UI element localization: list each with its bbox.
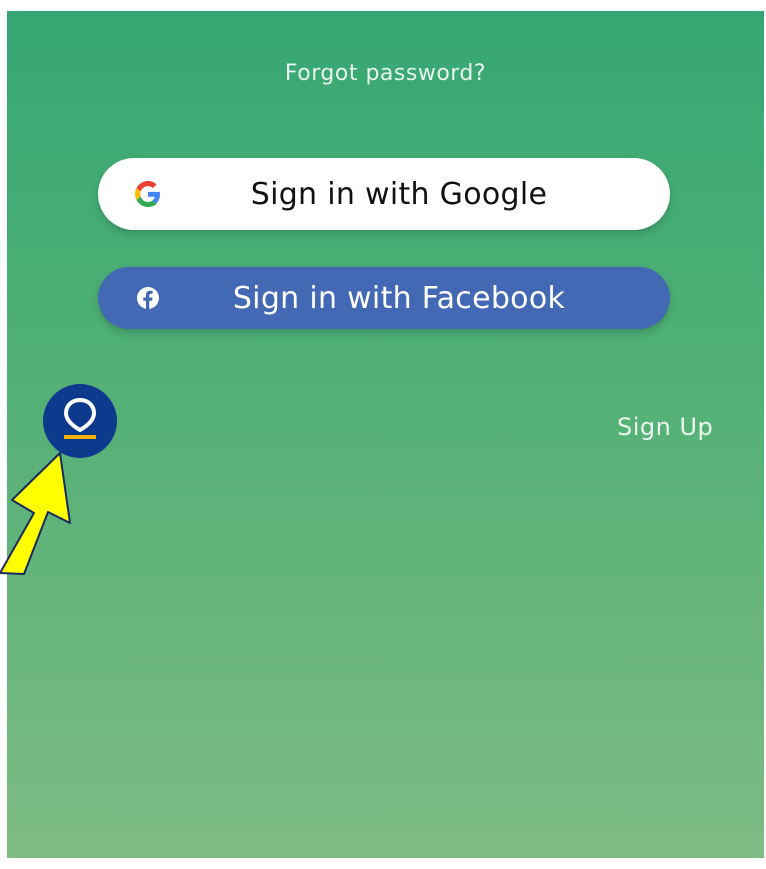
- sign-in-facebook-button[interactable]: Sign in with Facebook: [98, 267, 670, 329]
- login-screen: Forgot password? Sign in with Google Sig…: [7, 11, 764, 858]
- sign-in-google-button[interactable]: Sign in with Google: [98, 158, 670, 230]
- google-button-label: Sign in with Google: [250, 176, 548, 212]
- sign-up-link[interactable]: Sign Up: [617, 413, 713, 441]
- forgot-password-link[interactable]: Forgot password?: [7, 61, 764, 86]
- facebook-button-label: Sign in with Facebook: [232, 280, 566, 316]
- location-pin-icon: [60, 396, 100, 446]
- google-g-icon: [135, 181, 161, 207]
- facebook-f-icon: [135, 285, 161, 311]
- location-button[interactable]: [43, 384, 117, 458]
